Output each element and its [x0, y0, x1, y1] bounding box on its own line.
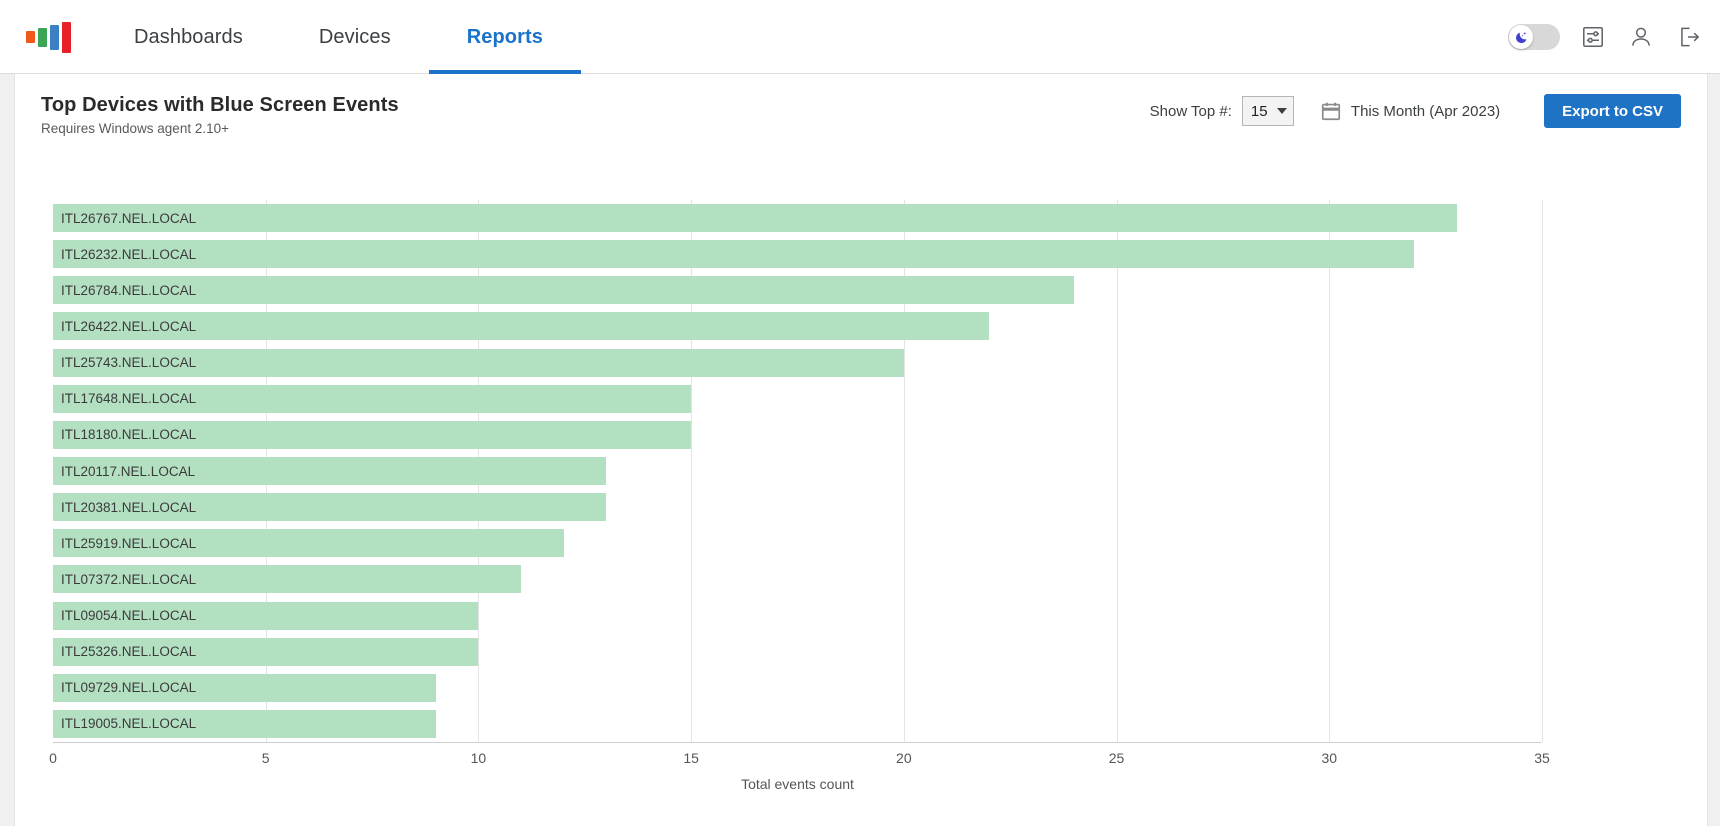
dark-mode-toggle[interactable] [1508, 24, 1560, 50]
x-axis-tick-label: 30 [1321, 750, 1338, 766]
bar-chart: ITL26767.NEL.LOCAL ITL26232.NEL.LOCAL ITL2… [49, 200, 1550, 792]
exit-arrow-icon [1681, 27, 1700, 47]
chart-bar-label: ITL26232.NEL.LOCAL [61, 246, 197, 262]
user-icon [1632, 27, 1650, 46]
chart-bar[interactable]: ITL25743.NEL.LOCAL [53, 348, 904, 377]
gridline [1542, 200, 1543, 742]
chart-bar[interactable]: ITL19005.NEL.LOCAL [53, 709, 436, 738]
chart-bar-row[interactable]: ITL20117.NEL.LOCAL [53, 457, 1542, 485]
chart-bar-label: ITL26784.NEL.LOCAL [61, 282, 197, 298]
show-top-select-value: 15 [1250, 102, 1268, 120]
settings-panel-button[interactable] [1578, 22, 1608, 52]
chart-bar-label: ITL25919.NEL.LOCAL [61, 535, 197, 551]
bar-chart-logo[interactable] [0, 0, 96, 74]
chart-bar-row[interactable]: ITL09729.NEL.LOCAL [53, 673, 1542, 702]
nav-tab-dashboards[interactable]: Dashboards [96, 0, 281, 74]
chart-bar-row[interactable]: ITL18180.NEL.LOCAL [53, 420, 1542, 449]
chart-bar[interactable]: ITL07372.NEL.LOCAL [53, 565, 521, 594]
chart-bar-label: ITL25326.NEL.LOCAL [61, 644, 197, 660]
app-root: Dashboards Devices Reports Top Devices w… [0, 0, 1720, 826]
x-axis-tick-label: 20 [896, 750, 912, 766]
date-range-label: This Month (Apr 2023) [1350, 102, 1501, 120]
chart-bar-row[interactable]: ITL09054.NEL.LOCAL [53, 601, 1542, 630]
chart-bar-row[interactable]: ITL17648.NEL.LOCAL [53, 384, 1542, 413]
chart-plot-area: ITL26767.NEL.LOCAL ITL26232.NEL.LOCAL ITL2… [53, 200, 1543, 742]
chart-bar[interactable]: ITL26767.NEL.LOCAL [53, 204, 1457, 233]
chevron-down-icon [1276, 108, 1287, 114]
x-axis-tick-label: 0 [49, 750, 57, 766]
chart-bar-label: ITL26422.NEL.LOCAL [61, 318, 197, 334]
date-range-picker[interactable]: This Month (Apr 2023) [1320, 100, 1500, 122]
chart-bar-label: ITL18180.NEL.LOCAL [61, 427, 197, 443]
chart-bar-label: ITL09054.NEL.LOCAL [61, 608, 197, 624]
nav-tab-dashboards-label: Dashboards [134, 25, 243, 48]
x-axis-tick-label: 15 [683, 750, 699, 766]
chart-bar-row[interactable]: ITL20381.NEL.LOCAL [53, 493, 1542, 522]
logo-bar-green [37, 27, 47, 47]
chart-bar-label: ITL20117.NEL.LOCAL [61, 463, 196, 479]
nav-tab-devices-label: Devices [318, 25, 391, 48]
chart-bar[interactable]: ITL26784.NEL.LOCAL [53, 276, 1075, 305]
chart-bar[interactable]: ITL18180.NEL.LOCAL [53, 420, 692, 449]
show-top-select[interactable]: 15 [1241, 96, 1294, 126]
x-axis-tick-label: 25 [1108, 750, 1125, 766]
chart-bar[interactable]: ITL25326.NEL.LOCAL [53, 637, 479, 666]
chart-bar[interactable]: ITL09054.NEL.LOCAL [53, 601, 479, 630]
chart-bar-label: ITL17648.NEL.LOCAL [61, 391, 197, 407]
chart-bar-row[interactable]: ITL26232.NEL.LOCAL [53, 240, 1542, 269]
calendar-icon [1321, 102, 1340, 121]
top-right-actions [1508, 0, 1720, 74]
top-navigation-bar: Dashboards Devices Reports [0, 0, 1720, 74]
chart-bar[interactable]: ITL09729.NEL.LOCAL [53, 673, 436, 702]
chart-bar-row[interactable]: ITL25326.NEL.LOCAL [53, 637, 1542, 666]
chart-bar-row[interactable]: ITL07372.NEL.LOCAL [53, 565, 1542, 594]
chart-bar-label: ITL19005.NEL.LOCAL [61, 716, 197, 732]
logo-bar-orange [25, 31, 35, 43]
dark-mode-toggle-knob [1509, 25, 1533, 49]
x-axis-tick-label: 5 [261, 750, 270, 766]
moon-stars-icon [1515, 31, 1526, 43]
chart-bar[interactable]: ITL17648.NEL.LOCAL [53, 384, 692, 413]
chart-bar-row[interactable]: ITL25743.NEL.LOCAL [53, 348, 1542, 377]
chart-bar-label: ITL07372.NEL.LOCAL [61, 571, 197, 587]
nav-tab-devices[interactable]: Devices [281, 0, 429, 74]
report-card: Top Devices with Blue Screen Events Requ… [14, 74, 1708, 826]
nav-tabs: Dashboards Devices Reports [96, 0, 582, 74]
chart-bar-row[interactable]: ITL26784.NEL.LOCAL [53, 276, 1542, 305]
chart-bar-label: ITL09729.NEL.LOCAL [61, 680, 197, 696]
report-controls: Show Top #: 15 This Month (Apr 2023) Exp… [1150, 94, 1681, 128]
chart-bar-row[interactable]: ITL25919.NEL.LOCAL [53, 529, 1542, 558]
chart-bar-label: ITL20381.NEL.LOCAL [61, 499, 197, 515]
nav-tab-reports[interactable]: Reports [428, 0, 582, 74]
chart-bars: ITL26767.NEL.LOCAL ITL26232.NEL.LOCAL ITL2… [53, 200, 1542, 742]
logo-bar-red [61, 21, 71, 53]
chart-bar[interactable]: ITL20381.NEL.LOCAL [53, 493, 607, 522]
x-axis-tick-label: 35 [1534, 750, 1550, 766]
chart-bar-label: ITL25743.NEL.LOCAL [61, 355, 197, 371]
logo-bar-blue [49, 24, 59, 50]
user-account-button[interactable] [1626, 22, 1656, 52]
x-axis-line [53, 742, 1542, 743]
chart-bar[interactable]: ITL25919.NEL.LOCAL [53, 529, 564, 558]
logout-button[interactable] [1674, 22, 1704, 52]
chart-bar[interactable]: ITL20117.NEL.LOCAL [53, 457, 607, 485]
chart-bar[interactable]: ITL26422.NEL.LOCAL [53, 312, 989, 341]
chart-bar-row[interactable]: ITL26767.NEL.LOCAL [53, 204, 1542, 233]
export-to-csv-button[interactable]: Export to CSV [1544, 94, 1681, 128]
x-axis-tick-label: 10 [470, 750, 487, 766]
report-header: Top Devices with Blue Screen Events Requ… [15, 74, 1707, 136]
chart-bar-row[interactable]: ITL26422.NEL.LOCAL [53, 312, 1542, 341]
chart-bar-row[interactable]: ITL19005.NEL.LOCAL [53, 709, 1542, 738]
x-axis-title: Total events count [741, 776, 854, 792]
chart-bar[interactable]: ITL26232.NEL.LOCAL [53, 240, 1415, 269]
sliders-panel-icon [1583, 27, 1603, 47]
nav-tab-reports-label: Reports [466, 25, 543, 48]
show-top-label: Show Top #: [1149, 102, 1232, 120]
chart-bar-label: ITL26767.NEL.LOCAL [61, 210, 197, 226]
